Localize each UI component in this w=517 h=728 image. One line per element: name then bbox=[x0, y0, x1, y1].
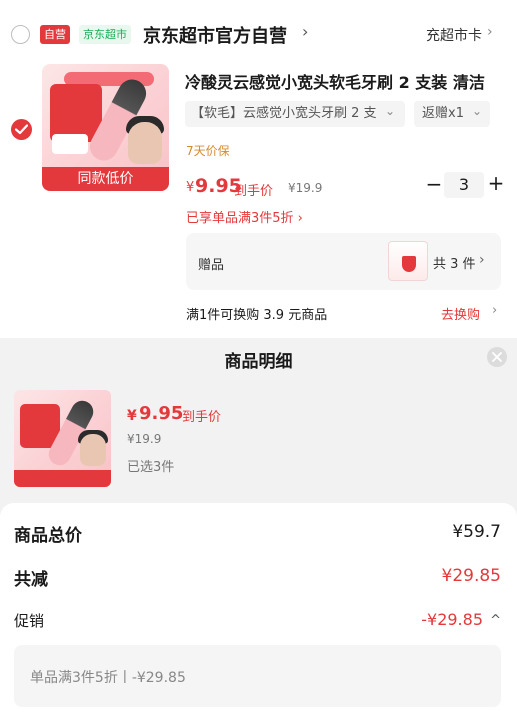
detail-sheet-header: 商品明细 bbox=[0, 338, 517, 378]
promotion-label: 促销 bbox=[14, 612, 45, 630]
total-price-label: 商品总价 bbox=[14, 526, 82, 546]
market-tag: 京东超市 bbox=[79, 25, 131, 44]
gifts-label: 赠品 bbox=[198, 258, 225, 273]
detail-final-price: 9.95 bbox=[139, 403, 184, 424]
store-name[interactable]: 京东超市官方自营 bbox=[143, 22, 287, 48]
chevron-right-icon[interactable]: › bbox=[302, 22, 308, 41]
detail-selected-count: 已选3件 bbox=[127, 460, 175, 475]
original-price: ¥19.9 bbox=[288, 181, 323, 195]
detail-price-symbol: ¥ bbox=[127, 408, 137, 424]
detail-final-price-label: 到手价 bbox=[182, 410, 222, 425]
gift-shield-icon bbox=[402, 256, 416, 272]
promotion-detail-box: 单品满3件5折丨-¥29.85 bbox=[14, 645, 501, 707]
close-icon[interactable] bbox=[487, 347, 507, 367]
chevron-down-icon[interactable]: ⌄ bbox=[385, 104, 395, 118]
recharge-card-link[interactable]: 充超市卡 bbox=[426, 25, 482, 45]
quantity-input[interactable]: 3 bbox=[444, 172, 484, 198]
item-checked-radio-icon[interactable] bbox=[11, 119, 32, 140]
gift-thumbnail bbox=[388, 241, 428, 281]
promotion-value[interactable]: -¥29.85 bbox=[421, 610, 483, 629]
gifts-row[interactable]: 赠品 共 3 件 › bbox=[186, 233, 501, 290]
chevron-right-icon[interactable]: › bbox=[487, 24, 493, 40]
discount-total-label: 共减 bbox=[14, 570, 48, 590]
price-symbol: ¥ bbox=[186, 180, 195, 195]
same-low-price-banner: 同款低价 bbox=[42, 167, 169, 191]
spec-selector[interactable]: 【软毛】云感觉小宽头牙刷 2 支 bbox=[185, 101, 405, 127]
final-price-label: 到手价 bbox=[234, 184, 274, 199]
price-summary-panel: 商品总价 ¥59.7 共减 ¥29.85 促销 -¥29.85 ^ 单品满3件5… bbox=[0, 503, 517, 728]
detail-product-image bbox=[14, 390, 111, 487]
chevron-right-icon[interactable]: › bbox=[492, 303, 497, 318]
total-price-value: ¥59.7 bbox=[452, 522, 501, 542]
discount-total-value: ¥29.85 bbox=[441, 566, 501, 586]
chevron-down-icon[interactable]: ⌄ bbox=[472, 104, 482, 118]
redeem-link[interactable]: 去换购 bbox=[441, 304, 480, 323]
quantity-decrease-button[interactable]: − bbox=[424, 172, 444, 196]
promotion-applied-link[interactable]: 已享单品满3件5折 › bbox=[186, 207, 303, 226]
store-select-radio-icon[interactable] bbox=[11, 25, 30, 44]
store-cart-card: 自营 京东超市 京东超市官方自营 › 充超市卡 › 同款低价 冷酸灵云感觉小宽头… bbox=[0, 0, 517, 338]
self-operated-tag: 自营 bbox=[40, 25, 70, 44]
price-guarantee-label: 7天价保 bbox=[186, 144, 230, 158]
quantity-increase-button[interactable]: + bbox=[486, 171, 506, 195]
chevron-up-icon[interactable]: ^ bbox=[490, 613, 501, 628]
chevron-right-icon: › bbox=[479, 252, 485, 268]
promotion-detail-text: 单品满3件5折丨-¥29.85 bbox=[30, 670, 186, 686]
product-title[interactable]: 冷酸灵云感觉小宽头软毛牙刷 2 支装 清洁 bbox=[185, 69, 505, 93]
detail-original-price: ¥19.9 bbox=[127, 432, 162, 446]
redeem-offer-text: 满1件可换购 3.9 元商品 bbox=[186, 308, 328, 323]
gifts-count: 共 3 件 bbox=[433, 257, 476, 272]
detail-sheet-title: 商品明细 bbox=[224, 352, 293, 372]
